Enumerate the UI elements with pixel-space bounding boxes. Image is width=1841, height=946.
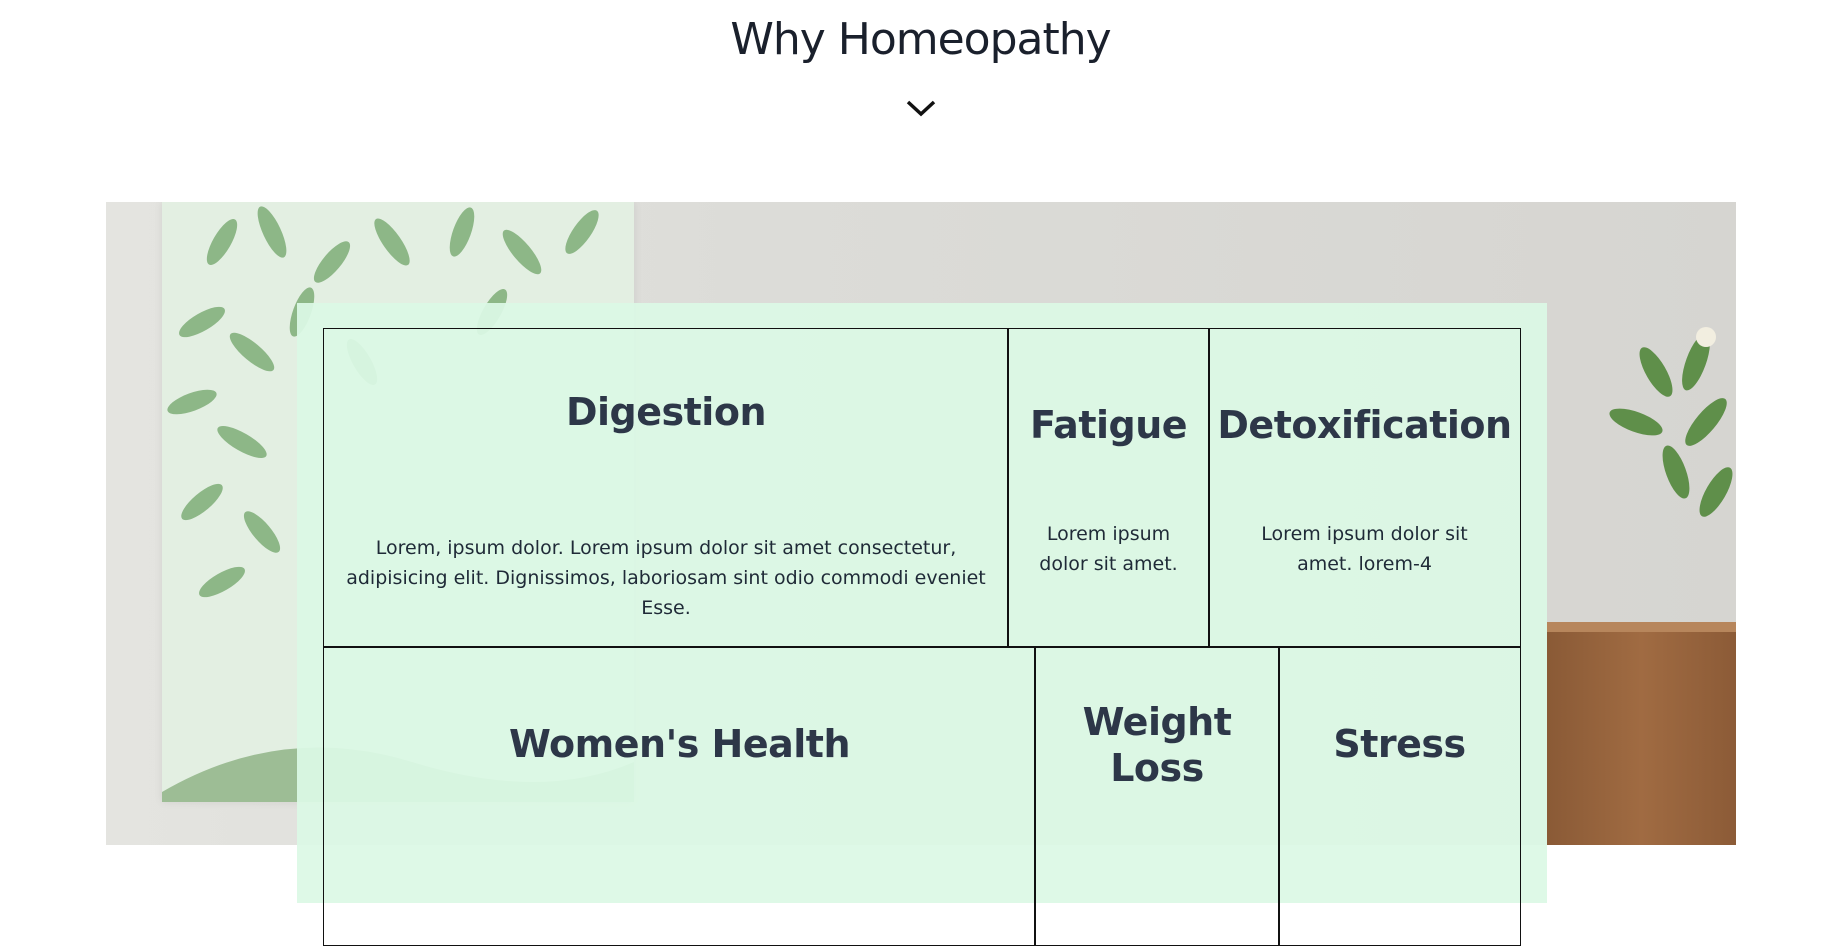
card-detoxification[interactable]: Detoxification Lorem ipsum dolor sit ame…: [1208, 328, 1521, 648]
card-stress[interactable]: Stress: [1278, 646, 1521, 946]
card-digestion[interactable]: Digestion Lorem, ipsum dolor. Lorem ipsu…: [323, 328, 1009, 648]
card-text: Lorem, ipsum dolor. Lorem ipsum dolor si…: [346, 537, 986, 619]
card-title: Detoxification: [1217, 403, 1512, 447]
card-text: Lorem ipsum dolor sit amet.: [1039, 523, 1178, 575]
card-weight-loss[interactable]: Weight Loss: [1034, 646, 1280, 946]
card-title: Digestion: [565, 390, 767, 434]
conditions-grid: Digestion Lorem, ipsum dolor. Lorem ipsu…: [323, 328, 1521, 946]
cabinet: [1547, 622, 1736, 845]
card-text: Lorem ipsum dolor sit amet. lorem-4: [1261, 523, 1468, 575]
card-womens-health[interactable]: Women's Health: [323, 646, 1036, 946]
card-fatigue[interactable]: Fatigue Lorem ipsum dolor sit amet.: [1007, 328, 1210, 648]
card-title: Stress: [1333, 722, 1466, 766]
chevron-down-icon[interactable]: [905, 98, 937, 118]
card-title: Weight Loss: [1082, 700, 1232, 790]
card-title: Women's Health: [508, 722, 851, 766]
plant-decoration: [1609, 327, 1733, 517]
section-title: Why Homeopathy: [730, 14, 1111, 65]
card-title: Fatigue: [1029, 403, 1188, 447]
